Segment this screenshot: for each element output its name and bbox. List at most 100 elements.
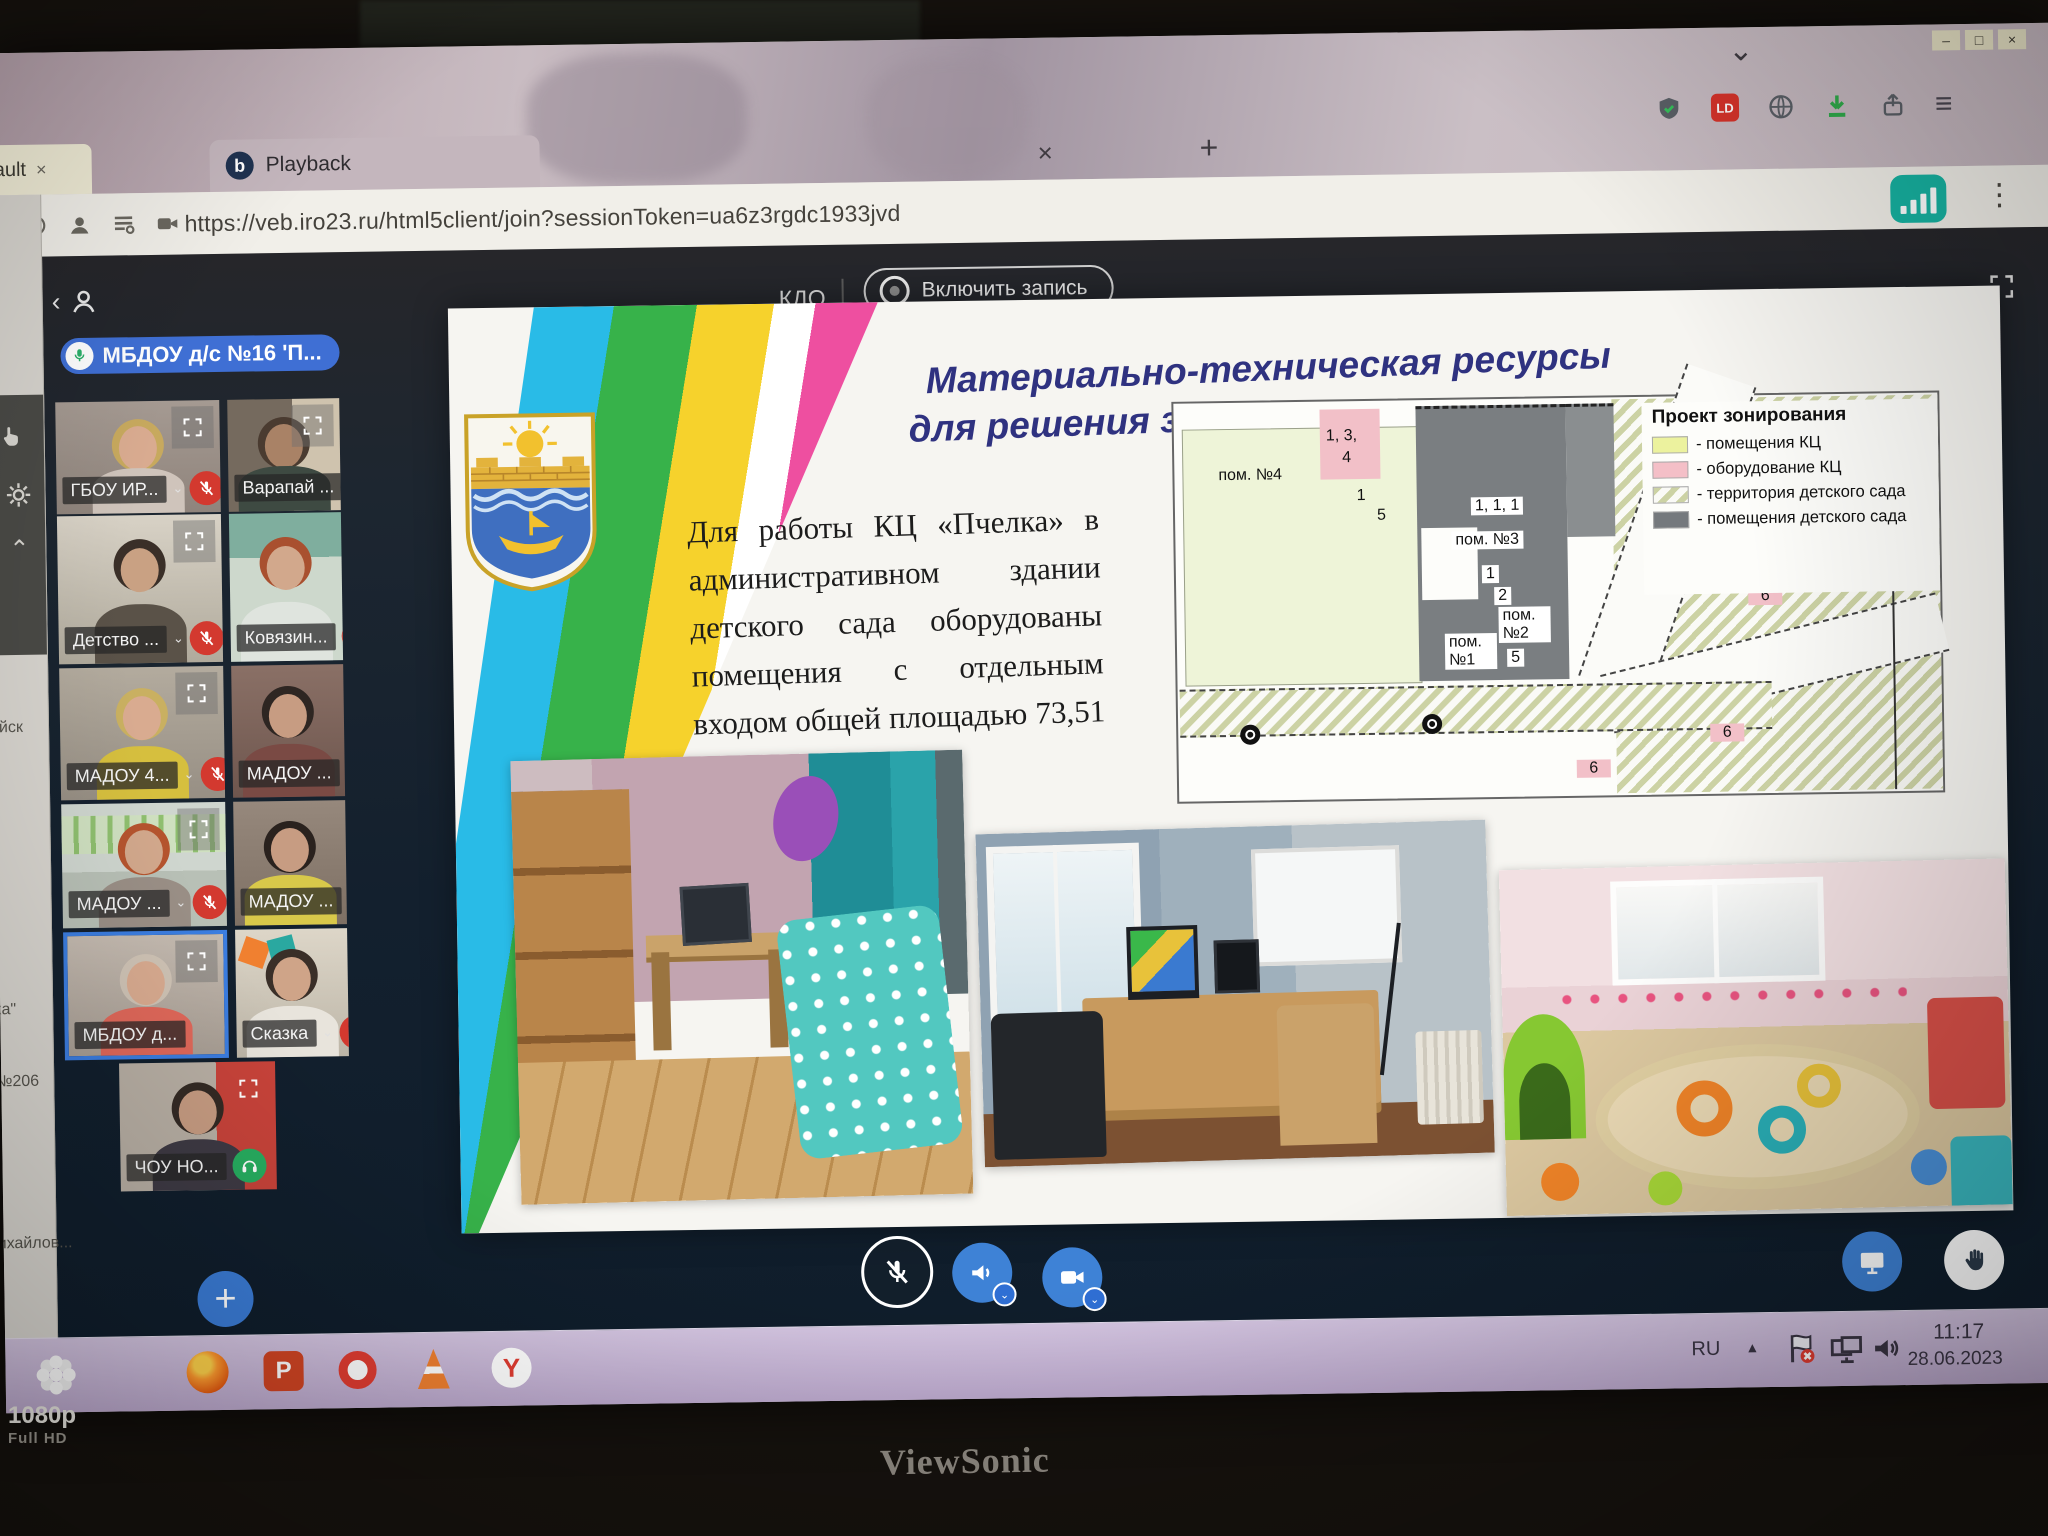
audio-button[interactable]: ⌄ xyxy=(952,1242,1013,1303)
hamburger-menu-icon[interactable]: ≡ xyxy=(1935,90,1953,118)
participant-tile[interactable]: Сказка⌄ xyxy=(235,928,349,1058)
legend-label: - территория детского сада xyxy=(1697,482,1917,503)
audio-options-chevron[interactable]: ⌄ xyxy=(992,1282,1016,1306)
urlbar-icons xyxy=(22,211,180,239)
legend-title: Проект зонирования xyxy=(1651,402,1937,428)
muted-mic-icon xyxy=(341,619,343,654)
monitor xyxy=(1126,925,1199,1000)
participant-tile[interactable]: Варапай ... xyxy=(227,398,341,512)
participant-tile[interactable]: МАДОУ ...⌄ xyxy=(61,802,227,928)
active-speaker-badge[interactable]: МБДОУ д/с №16 'П... xyxy=(60,334,340,374)
legend-swatch-kg-rooms xyxy=(1653,511,1689,529)
pinned-app-flower-icon[interactable] xyxy=(31,1350,80,1399)
camera-options-chevron[interactable]: ⌄ xyxy=(1082,1287,1106,1311)
language-indicator[interactable]: RU xyxy=(1691,1338,1720,1361)
new-tab-button[interactable]: + xyxy=(1199,129,1218,166)
volume-icon[interactable] xyxy=(1869,1331,1904,1366)
browser-extensions-row: LD ≡ xyxy=(1655,90,1953,122)
chevron-up-icon: ⌃ xyxy=(9,535,30,564)
desktop-icon-label: ийск xyxy=(0,719,23,737)
muted-mic-icon xyxy=(200,757,225,792)
participant-tile[interactable]: МАДОУ 4... ⌄ xyxy=(59,666,225,800)
kebab-menu-icon[interactable]: ⋮ xyxy=(1984,177,2015,212)
close-tab-icon[interactable]: × xyxy=(1037,138,1053,169)
tile-fullscreen-icon[interactable] xyxy=(175,672,218,715)
network-display-icon[interactable] xyxy=(1829,1332,1864,1367)
participant-tile-speaking[interactable]: МБДОУ д... xyxy=(63,930,229,1060)
tile-fullscreen-icon[interactable] xyxy=(177,808,220,851)
tray-chevron-icon[interactable]: ▲ xyxy=(1745,1339,1759,1355)
date[interactable]: 28.06.2023 xyxy=(1907,1348,2002,1371)
actions-plus-button[interactable]: + xyxy=(197,1271,254,1328)
chevron-down-icon[interactable]: ⌄ xyxy=(1728,33,1754,68)
participant-name: МАДОУ 4... xyxy=(67,761,178,790)
collapse-chevron-icon: ‹ xyxy=(51,286,60,317)
participant-tile[interactable]: Детство ... ⌄ xyxy=(57,514,223,664)
identity-person-icon[interactable] xyxy=(66,212,92,238)
background-tab[interactable]: ault × xyxy=(0,144,92,196)
legend-label: - оборудование КЦ xyxy=(1696,458,1841,478)
chair xyxy=(1276,1003,1377,1146)
traffic-cone-icon[interactable] xyxy=(409,1345,458,1394)
tile-fullscreen-icon[interactable] xyxy=(173,520,216,563)
minimize-button[interactable]: – xyxy=(1932,30,1960,50)
desktop-icon-label: ихайлов... xyxy=(0,1234,73,1253)
mark: 2 xyxy=(1494,587,1511,605)
chevron-down-icon[interactable]: ⌄ xyxy=(172,481,183,497)
tile-fullscreen-icon[interactable] xyxy=(227,1067,270,1110)
yandex-letter: Y xyxy=(491,1347,532,1388)
mark: 6 xyxy=(1577,759,1611,777)
powerpoint-icon[interactable]: P xyxy=(259,1347,308,1396)
camera-button[interactable]: ⌄ xyxy=(1042,1247,1103,1308)
chevron-down-icon[interactable]: ⌄ xyxy=(322,1024,333,1040)
maximize-button[interactable]: □ xyxy=(1965,30,1993,50)
extension-ld-icon[interactable]: LD xyxy=(1711,93,1739,121)
share-icon[interactable] xyxy=(1879,91,1907,119)
close-tab-icon[interactable]: × xyxy=(36,159,47,180)
firefox-icon[interactable] xyxy=(183,1348,232,1397)
yandex-browser-icon[interactable]: Y xyxy=(487,1343,536,1392)
listen-only-headset-icon xyxy=(232,1148,267,1183)
participant-tile[interactable]: ГБОУ ИР...⌄ xyxy=(55,400,221,514)
participant-tile[interactable]: Ковязин... xyxy=(229,512,343,662)
download-arrow-icon[interactable] xyxy=(1823,92,1851,120)
signal-meter-icon[interactable] xyxy=(1890,174,1947,223)
participant-tile[interactable]: МАДОУ ... xyxy=(231,664,345,798)
mute-button[interactable] xyxy=(861,1235,934,1308)
participant-tile[interactable]: МАДОУ ... xyxy=(233,800,347,926)
raise-hand-button[interactable] xyxy=(1944,1230,2005,1291)
tile-fullscreen-icon[interactable] xyxy=(291,404,334,447)
shield-icon[interactable] xyxy=(1655,94,1683,122)
camera-permission-icon[interactable] xyxy=(154,211,180,237)
screenshare-button[interactable] xyxy=(1842,1231,1903,1292)
participant-name: МАДОУ ... xyxy=(239,759,340,787)
plan-marker-dot xyxy=(1240,725,1260,745)
chevron-down-icon[interactable]: ⌄ xyxy=(175,895,186,911)
chevron-down-icon[interactable]: ⌄ xyxy=(183,766,194,782)
desktop-icon-label: №206 xyxy=(0,1073,39,1092)
participant-tile[interactable]: ЧОУ НО... xyxy=(119,1061,277,1191)
muted-mic-icon xyxy=(189,471,221,506)
close-window-button[interactable]: × xyxy=(1998,29,2026,49)
opera-icon[interactable] xyxy=(333,1346,382,1395)
url-input[interactable]: https://veb.iro23.ru/html5client/join?se… xyxy=(184,200,900,238)
tab-playback[interactable]: b Playback xyxy=(209,135,540,192)
mark: 1, 1, 1 xyxy=(1471,497,1524,516)
osd-panel: ⌃ xyxy=(0,395,47,656)
cursor-hand-icon xyxy=(0,423,24,449)
clock[interactable]: 11:17 xyxy=(1933,1320,1984,1345)
reader-shield-icon[interactable] xyxy=(110,211,136,237)
participant-name: Детство ... xyxy=(65,625,168,654)
action-center-flag-icon[interactable] xyxy=(1783,1330,1820,1367)
participants-toggle[interactable]: ‹ xyxy=(51,286,98,318)
conference-app: ‹ КДО Включить запись МБДОУ д/с №16 'П..… xyxy=(41,227,2048,1339)
tab-playback-label: Playback xyxy=(266,152,352,177)
desktop-icon-label: ка" xyxy=(0,1001,16,1019)
muted-mic-icon xyxy=(192,885,227,920)
tile-fullscreen-icon[interactable] xyxy=(175,940,218,983)
tile-fullscreen-icon[interactable] xyxy=(171,406,214,449)
legend-swatch-kc-equipment xyxy=(1652,461,1688,479)
globe-icon[interactable] xyxy=(1767,93,1795,121)
quilted-play-chair xyxy=(775,904,964,1161)
chevron-down-icon[interactable]: ⌄ xyxy=(173,631,184,647)
